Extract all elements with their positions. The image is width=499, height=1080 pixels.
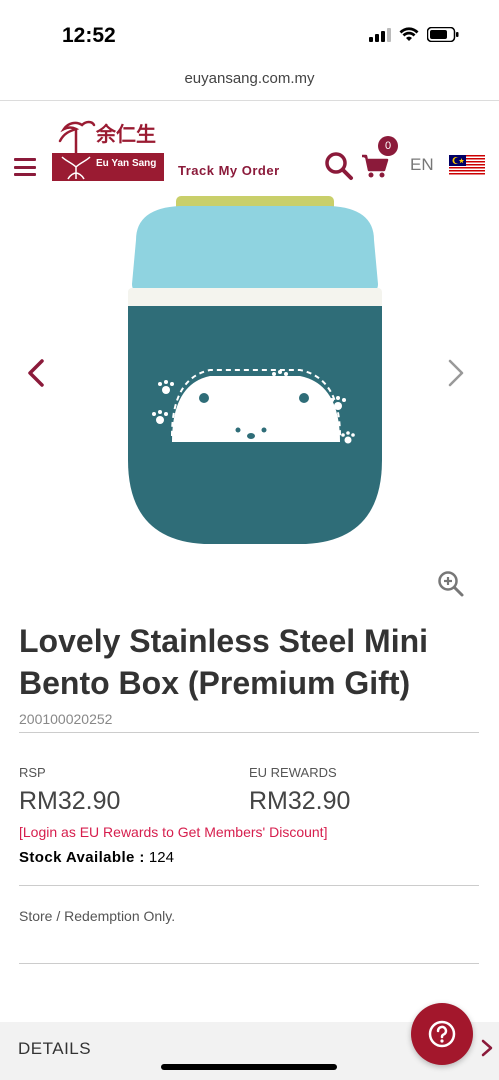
stock-available: Stock Available : 124 <box>19 849 174 866</box>
logo-text: Eu Yan Sang <box>96 158 157 169</box>
malaysia-flag-icon[interactable] <box>449 155 485 175</box>
search-icon[interactable] <box>324 151 354 181</box>
login-for-discount-link[interactable]: [Login as EU Rewards to Get Members' Dis… <box>19 824 327 840</box>
previous-image-arrow[interactable] <box>22 355 52 391</box>
eu-rewards-price: RM32.90 <box>249 787 351 815</box>
divider <box>19 732 479 733</box>
rsp-price: RM32.90 <box>19 787 121 815</box>
logo-tree-icon: 余仁生 <box>58 120 156 153</box>
battery-icon <box>427 27 459 42</box>
cart-icon[interactable] <box>361 153 389 179</box>
store-redemption-note: Store / Redemption Only. <box>19 908 176 924</box>
stock-value: 124 <box>148 849 174 866</box>
status-bar: 12:52 euyansang.com.my <box>0 0 499 87</box>
signal-icon <box>369 27 391 42</box>
brand-logo[interactable]: 余仁生 Eu Yan Sang <box>52 115 164 181</box>
zoom-in-icon[interactable] <box>437 570 465 598</box>
status-time: 12:52 <box>62 24 116 47</box>
details-label: DETAILS <box>18 1039 92 1058</box>
stock-label: Stock Available : <box>19 849 145 866</box>
next-image-arrow[interactable] <box>440 355 470 391</box>
eu-rewards-label: EU REWARDS <box>249 765 337 780</box>
track-order-link[interactable]: Track My Order <box>178 163 280 178</box>
product-image[interactable] <box>120 192 390 554</box>
home-indicator <box>161 1064 337 1070</box>
menu-icon[interactable] <box>14 158 36 176</box>
divider <box>19 885 479 886</box>
wifi-icon <box>399 27 419 41</box>
language-selector[interactable]: EN <box>410 155 434 175</box>
question-icon <box>428 1020 456 1048</box>
rsp-label: RSP <box>19 765 46 780</box>
url-bar[interactable]: euyansang.com.my <box>0 70 499 87</box>
svg-text:余仁生: 余仁生 <box>95 122 156 146</box>
product-title: Lovely Stainless Steel Mini Bento Box (P… <box>19 623 429 701</box>
product-sku: 200100020252 <box>19 711 113 727</box>
status-icons <box>369 27 459 42</box>
cart-count-badge: 0 <box>378 136 398 156</box>
chevron-right-icon <box>481 1039 493 1057</box>
divider <box>19 963 479 964</box>
help-button[interactable] <box>411 1003 473 1065</box>
site-header: 余仁生 Eu Yan Sang Track My Order 0 EN <box>0 101 499 191</box>
